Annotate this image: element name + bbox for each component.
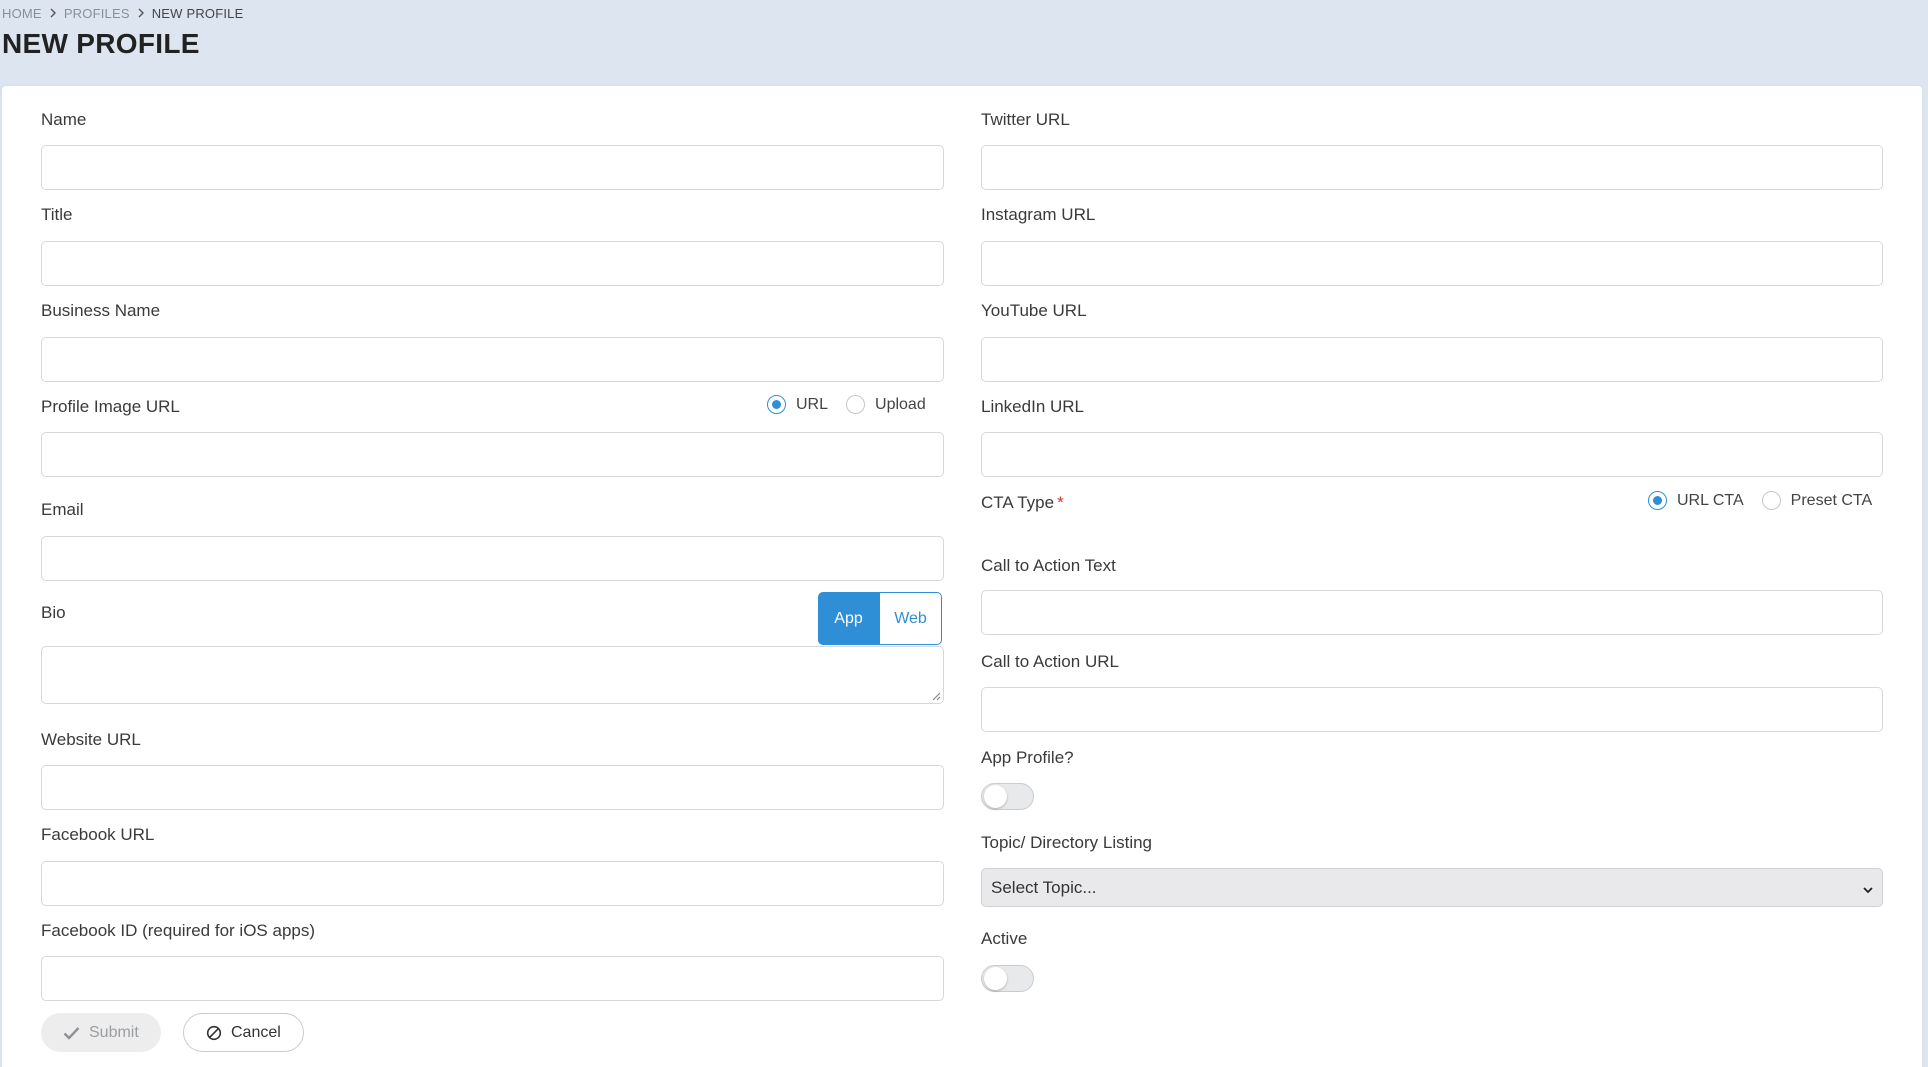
profile-image-url-label: Profile Image URL [41, 397, 180, 416]
profile-image-url-input[interactable] [41, 432, 944, 477]
breadcrumb: HOME PROFILES NEW PROFILE [2, 6, 243, 21]
active-toggle[interactable] [981, 965, 1034, 992]
cta-text-label: Call to Action Text [981, 556, 1116, 575]
youtube-url-input[interactable] [981, 337, 1883, 382]
check-icon [63, 1026, 80, 1040]
breadcrumb-home[interactable]: HOME [2, 6, 42, 21]
instagram-url-label: Instagram URL [981, 205, 1096, 224]
cta-type-group: URL CTA Preset CTA [1648, 491, 1890, 510]
title-label: Title [41, 205, 73, 224]
preset-cta-radio[interactable]: Preset CTA [1761, 491, 1873, 510]
facebook-id-label: Facebook ID (required for iOS apps) [41, 921, 316, 940]
profile-image-upload-radio-label: Upload [875, 395, 926, 413]
topic-listing-label: Topic/ Directory Listing [981, 833, 1153, 852]
toggle-knob [984, 967, 1007, 990]
website-url-input[interactable] [41, 765, 944, 810]
profile-image-upload-radio[interactable]: Upload [846, 395, 926, 414]
submit-button-label: Submit [89, 1023, 139, 1041]
cancel-button[interactable]: Cancel [183, 1013, 304, 1052]
instagram-url-input[interactable] [981, 241, 1883, 286]
youtube-url-label: YouTube URL [981, 301, 1087, 320]
bio-web-button[interactable]: Web [879, 592, 942, 645]
cta-url-input[interactable] [981, 687, 1883, 732]
profile-image-mode-group: URL Upload [767, 395, 944, 414]
breadcrumb-current: NEW PROFILE [151, 6, 244, 21]
chevron-down-icon [1862, 881, 1874, 901]
linkedin-url-label: LinkedIn URL [981, 397, 1085, 416]
facebook-id-input[interactable] [41, 956, 944, 1001]
cta-url-label: Call to Action URL [981, 652, 1119, 671]
business-name-input[interactable] [41, 337, 944, 382]
radio-unchecked-icon [1761, 491, 1781, 510]
url-cta-radio-label: URL CTA [1677, 491, 1744, 509]
email-label: Email [41, 500, 84, 519]
cta-type-label: CTA Type * [981, 493, 1064, 513]
topic-select-value: Select Topic... [991, 877, 1097, 897]
business-name-label: Business Name [41, 301, 161, 320]
facebook-url-label: Facebook URL [41, 825, 155, 844]
twitter-url-input[interactable] [981, 145, 1883, 190]
bio-label: Bio [41, 603, 66, 622]
active-label: Active [981, 929, 1028, 948]
app-profile-label: App Profile? [981, 748, 1074, 767]
linkedin-url-input[interactable] [981, 432, 1883, 477]
radio-unchecked-icon [846, 395, 866, 414]
submit-button[interactable]: Submit [41, 1013, 161, 1052]
chevron-right-icon [49, 7, 57, 21]
resize-handle-icon[interactable] [929, 689, 941, 701]
radio-checked-icon [767, 395, 786, 414]
bio-app-button[interactable]: App [818, 592, 879, 645]
facebook-url-input[interactable] [41, 861, 944, 906]
profile-image-url-radio[interactable]: URL [767, 395, 828, 414]
bio-textarea[interactable] [41, 646, 944, 704]
page-header: HOME PROFILES NEW PROFILE NEW PROFILE [0, 0, 1928, 86]
website-url-label: Website URL [41, 730, 141, 749]
cancel-button-label: Cancel [231, 1023, 281, 1041]
email-input[interactable] [41, 536, 944, 581]
toggle-knob [984, 785, 1007, 808]
radio-checked-icon [1648, 491, 1667, 510]
profile-form-card: Name Title Business Name Profile Image U… [2, 86, 1922, 1067]
topic-select[interactable]: Select Topic... [981, 868, 1883, 907]
breadcrumb-profiles[interactable]: PROFILES [64, 6, 130, 21]
page-title: NEW PROFILE [2, 28, 200, 59]
ban-icon [206, 1025, 222, 1041]
name-label: Name [41, 110, 87, 129]
title-input[interactable] [41, 241, 944, 286]
bio-mode-toggle: App Web [818, 592, 942, 645]
preset-cta-radio-label: Preset CTA [1790, 491, 1873, 509]
twitter-url-label: Twitter URL [981, 110, 1070, 129]
url-cta-radio[interactable]: URL CTA [1648, 491, 1744, 510]
cta-type-label-text: CTA Type [981, 493, 1055, 512]
profile-image-url-radio-label: URL [796, 395, 829, 413]
name-input[interactable] [41, 145, 944, 190]
app-profile-toggle[interactable] [981, 783, 1034, 810]
chevron-right-icon [137, 7, 145, 21]
cta-text-input[interactable] [981, 590, 1883, 635]
required-indicator: * [1057, 493, 1064, 512]
